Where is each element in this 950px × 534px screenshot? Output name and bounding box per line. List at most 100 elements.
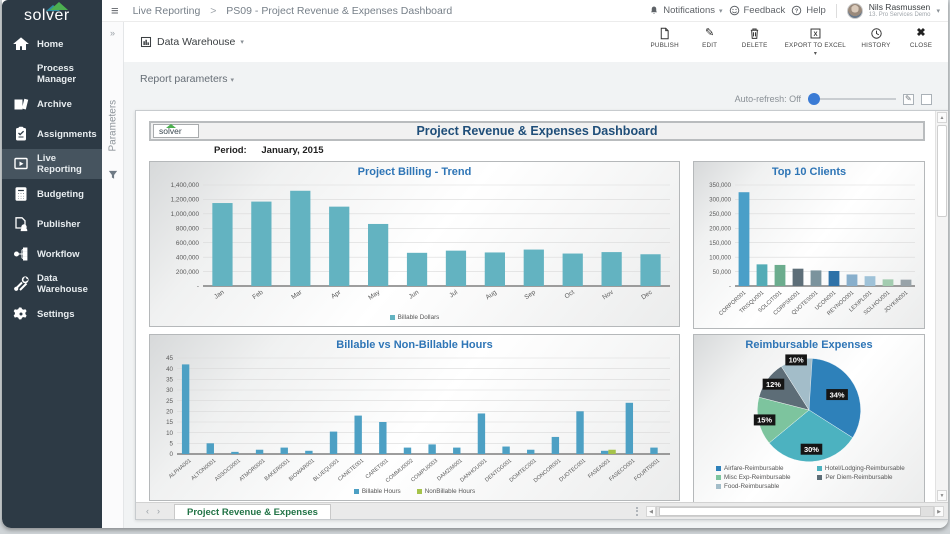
filter-funnel-icon[interactable] [108, 170, 118, 180]
process-manager-icon [13, 66, 29, 82]
svg-text:BLUEQU001: BLUEQU001 [312, 458, 340, 483]
svg-text:Jul: Jul [448, 289, 459, 300]
publisher-icon [13, 216, 29, 232]
parameters-rail-label: Parameters [108, 108, 119, 124]
svg-text:5: 5 [170, 441, 174, 448]
svg-text:10%: 10% [789, 356, 804, 365]
chart-billable-vs-nonbillable-hours: Billable vs Non-Billable Hours 051015202… [149, 334, 680, 501]
legend-item: Airfare-Reimbursable [716, 465, 803, 472]
grid-view-icon[interactable] [921, 94, 932, 105]
edit-layout-icon[interactable] [903, 94, 914, 105]
svg-text:FASEA001: FASEA001 [587, 458, 611, 480]
svg-text:Jun: Jun [408, 289, 421, 301]
svg-text:ATMOR0001: ATMOR0001 [238, 458, 266, 483]
svg-text:Jan: Jan [213, 289, 226, 301]
slider-knob[interactable] [808, 93, 820, 105]
feedback-label: Feedback [744, 5, 786, 16]
dashboard-header-bar: solver Project Revenue & Expenses Dashbo… [149, 121, 925, 141]
header-right: Notifications ▾ Feedback ? Help Nils Ras… [649, 3, 948, 19]
svg-text:300,000: 300,000 [709, 198, 731, 204]
expand-panel-icon[interactable]: » [102, 28, 123, 38]
svg-text:FOURT0001: FOURT0001 [633, 458, 661, 483]
publish-button[interactable]: PUBLISH [650, 27, 680, 57]
sidebar-item-label: Live Reporting [37, 153, 102, 175]
export-to-excel-icon: X [809, 27, 822, 40]
svg-text:45: 45 [166, 355, 173, 362]
chart-reimbursable-expenses: Reimbursable Expenses 34%30%15%12%10% Ai… [693, 334, 925, 502]
close-button[interactable]: ✖ CLOSE [906, 27, 936, 57]
sidebar-item-archive[interactable]: Archive [2, 89, 102, 119]
splitter-handle[interactable] [636, 507, 638, 516]
data-source-dropdown[interactable]: Data Warehouse ▾ [140, 36, 244, 48]
legend-item: Per Diem-Reimbursable [817, 474, 904, 481]
feedback-button[interactable]: Feedback [729, 5, 786, 16]
sidebar: solver Home Process Manager Archive Assi… [2, 0, 102, 528]
data-warehouse-source-icon [140, 36, 152, 48]
sidebar-item-budgeting[interactable]: Budgeting [2, 179, 102, 209]
menu-hamburger-icon[interactable]: ≡ [111, 3, 119, 18]
sidebar-item-live-reporting[interactable]: Live Reporting [2, 149, 102, 179]
bar-plot: -200,000400,000600,000800,0001,000,0001,… [151, 180, 678, 310]
report-toolbar: Data Warehouse ▾ PUBLISH ✎ EDIT DELETE X… [124, 22, 948, 62]
sidebar-item-workflow[interactable]: Workflow [2, 239, 102, 269]
data-source-label: Data Warehouse [157, 36, 235, 48]
sidebar-item-data-warehouse[interactable]: Data Warehouse [2, 269, 102, 299]
user-avatar[interactable] [847, 3, 863, 19]
sidebar-item-process-manager[interactable]: Process Manager [2, 59, 102, 89]
delete-button[interactable]: DELETE [740, 27, 770, 57]
report-parameters-dropdown[interactable]: Report parameters ▾ [140, 73, 234, 85]
svg-text:12%: 12% [766, 380, 781, 389]
svg-text:34%: 34% [830, 390, 845, 399]
scroll-up-arrow[interactable]: ▲ [937, 112, 947, 123]
user-chevron-down-icon[interactable]: ▾ [936, 7, 940, 15]
notifications-button[interactable]: Notifications ▾ [649, 5, 722, 16]
horizontal-scroll-thumb[interactable] [659, 507, 921, 516]
svg-text:?: ? [795, 9, 799, 15]
auto-refresh-label: Auto-refresh: Off [735, 94, 801, 104]
user-info[interactable]: Nils Rasmussen 13. Pro Services Demo [869, 3, 931, 19]
breadcrumb-section[interactable]: Live Reporting [133, 5, 201, 17]
scroll-down-arrow[interactable]: ▼ [937, 490, 947, 501]
sidebar-item-settings[interactable]: Settings [2, 299, 102, 329]
close-x-icon: ✖ [916, 27, 925, 40]
svg-text:400,000: 400,000 [176, 254, 200, 261]
sidebar-item-publisher[interactable]: Publisher [2, 209, 102, 239]
chart-title: Reimbursable Expenses [694, 335, 924, 353]
dashboard-solver-logo: solver [153, 124, 199, 138]
svg-text:Feb: Feb [251, 289, 265, 301]
sidebar-item-assignments[interactable]: Assignments [2, 119, 102, 149]
history-button[interactable]: HISTORY [861, 27, 891, 57]
breadcrumb: Live Reporting > PS09 - Project Revenue … [133, 5, 453, 17]
svg-text:DUOTEC001: DUOTEC001 [558, 458, 587, 483]
svg-text:1,400,000: 1,400,000 [171, 182, 200, 189]
svg-text:200,000: 200,000 [709, 226, 731, 232]
legend-item: Misc Exp-Reimbursable [716, 474, 803, 481]
horizontal-scrollbar[interactable]: ◀ ▶ [646, 506, 944, 517]
tab-nav-arrows[interactable]: ‹› [146, 506, 168, 516]
svg-text:10: 10 [166, 430, 173, 437]
sidebar-item-home[interactable]: Home [2, 29, 102, 59]
scroll-left-arrow[interactable]: ◀ [646, 506, 656, 517]
settings-gear-icon [13, 306, 29, 322]
workflow-icon [13, 246, 29, 262]
help-button[interactable]: ? Help [791, 5, 826, 16]
vertical-scrollbar[interactable]: ▲ ▼ [935, 111, 948, 502]
toolbar-actions: PUBLISH ✎ EDIT DELETE X EXPORT TO EXCEL … [650, 27, 948, 57]
chart-legend: Airfare-ReimbursableHotel/Lodging-Reimbu… [694, 463, 924, 502]
scroll-right-arrow[interactable]: ▶ [934, 506, 944, 517]
auto-refresh-slider[interactable] [808, 93, 896, 105]
svg-text:Aug: Aug [485, 289, 499, 302]
vertical-scroll-thumb[interactable] [937, 125, 947, 217]
sidebar-item-label: Data Warehouse [37, 273, 102, 295]
svg-text:COMPU0003: COMPU0003 [410, 458, 439, 484]
sidebar-item-label: Process Manager [37, 63, 102, 85]
sheet-tab[interactable]: Project Revenue & Expenses [174, 504, 331, 519]
budgeting-icon [13, 186, 29, 202]
chevron-down-icon: ▾ [719, 7, 723, 15]
home-icon [13, 36, 29, 52]
sidebar-item-label: Archive [37, 99, 72, 110]
edit-button[interactable]: ✎ EDIT [695, 27, 725, 57]
export-to-excel-button[interactable]: X EXPORT TO EXCEL ▾ [785, 27, 846, 57]
svg-text:Nov: Nov [601, 288, 615, 301]
svg-text:BAKER0001: BAKER0001 [264, 458, 292, 482]
